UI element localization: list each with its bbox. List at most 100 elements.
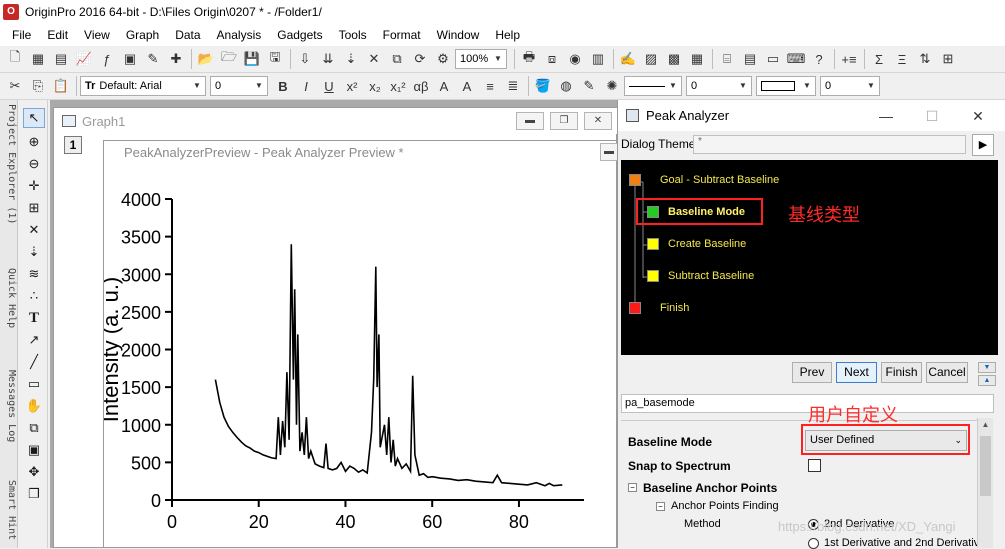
increase-font-button[interactable]: A	[433, 75, 455, 97]
new-workbook-icon[interactable]: ▦	[27, 48, 49, 70]
save-template-icon[interactable]: 🖫	[264, 48, 286, 70]
tab-messages-log[interactable]: Messages Log	[1, 370, 17, 442]
collapse-up-icon[interactable]: ▲	[978, 375, 996, 386]
dialog-theme-field[interactable]: *	[693, 135, 966, 154]
font-size-select[interactable]: 0 ▼	[210, 76, 268, 96]
flow-node-goal[interactable]	[629, 174, 641, 186]
insert-image-icon[interactable]: ▣	[23, 440, 45, 460]
pattern-icon[interactable]: ◍	[555, 75, 577, 97]
film-icon[interactable]: ▥	[587, 48, 609, 70]
add-column-icon[interactable]: +≡	[838, 48, 860, 70]
snap-to-spectrum-checkbox[interactable]	[808, 459, 821, 472]
sort-icon[interactable]: ⇅	[914, 48, 936, 70]
menu-view[interactable]: View	[76, 24, 118, 46]
new-matrix-icon[interactable]: ▤	[50, 48, 72, 70]
tab-quick-help[interactable]: Quick Help	[1, 268, 17, 328]
settings-scrollbar[interactable]: ▲	[977, 418, 993, 548]
menu-window[interactable]: Window	[429, 24, 488, 46]
left-align-icon[interactable]: ≡	[479, 75, 501, 97]
help-icon[interactable]: ?	[808, 48, 830, 70]
tab-smart-hint[interactable]: Smart Hint	[1, 480, 17, 540]
open-icon[interactable]: 📂	[195, 48, 217, 70]
notes-icon[interactable]: ✍	[617, 48, 639, 70]
menu-data[interactable]: Data	[167, 24, 208, 46]
minimize-icon[interactable]: ▬	[600, 143, 618, 161]
color-bar-icon[interactable]: ▩	[663, 48, 685, 70]
refresh-icon[interactable]: ◉	[564, 48, 586, 70]
greek-button[interactable]: αβ	[410, 75, 432, 97]
regional-selector-icon[interactable]: ∴	[23, 286, 45, 306]
cancel-button[interactable]: Cancel	[926, 362, 968, 383]
fill-color-icon[interactable]: 🪣	[532, 75, 554, 97]
layers-icon[interactable]: ❐	[23, 484, 45, 504]
data-reader-icon[interactable]: ✕	[23, 220, 45, 240]
recalculate-icon[interactable]: ⟳	[409, 48, 431, 70]
import-data-icon[interactable]: ⧉	[386, 48, 408, 70]
batch-icon[interactable]: ⚙	[432, 48, 454, 70]
line-tool-icon[interactable]: ╱	[23, 352, 45, 372]
zoom-select[interactable]: 100% ▼	[455, 49, 507, 69]
flow-node-subtract-baseline[interactable]	[647, 270, 659, 282]
tab-project-explorer[interactable]: Project Explorer (1)	[1, 104, 17, 224]
menu-help[interactable]: Help	[487, 24, 528, 46]
menu-format[interactable]: Format	[375, 24, 429, 46]
flow-node-finish[interactable]	[629, 302, 641, 314]
expand-down-icon[interactable]: ▼	[978, 362, 996, 373]
line-width-select[interactable]: 0 ▼	[686, 76, 752, 96]
data-selector-icon[interactable]: ⇣	[23, 242, 45, 262]
border-width-select[interactable]: 0 ▼	[820, 76, 880, 96]
paste-icon[interactable]: 📋	[50, 75, 72, 97]
new-excel-icon[interactable]: ✚	[165, 48, 187, 70]
menu-tools[interactable]: Tools	[331, 24, 375, 46]
light-icon[interactable]: ✺	[601, 75, 623, 97]
save-icon[interactable]: 💾	[241, 48, 263, 70]
menu-gadgets[interactable]: Gadgets	[269, 24, 330, 46]
line-style-select[interactable]: ▼	[624, 76, 682, 96]
duplicate-icon[interactable]: ⧈	[541, 48, 563, 70]
layer-indicator[interactable]: 1	[64, 136, 82, 154]
new-notes-icon[interactable]: ✎	[142, 48, 164, 70]
menu-file[interactable]: File	[4, 24, 39, 46]
new-layout-icon[interactable]: ▣	[119, 48, 141, 70]
insert-graph-icon[interactable]: ⧉	[23, 418, 45, 438]
scale-icon[interactable]: ✛	[23, 176, 45, 196]
import-excel-icon[interactable]: ✕	[363, 48, 385, 70]
print-icon[interactable]: 🖶	[518, 48, 540, 70]
draw-data-icon[interactable]: ≋	[23, 264, 45, 284]
open-template-icon[interactable]: 🗁	[218, 48, 240, 70]
minimize-icon[interactable]: ▬	[516, 112, 544, 130]
new-project-icon[interactable]: 🗋	[4, 48, 26, 70]
import-multiple-icon[interactable]: ⇊	[317, 48, 339, 70]
menu-analysis[interactable]: Analysis	[209, 24, 270, 46]
underline-button[interactable]: U	[318, 75, 340, 97]
supersubscript-button[interactable]: x₁²	[387, 75, 409, 97]
subscript-button[interactable]: x₂	[364, 75, 386, 97]
bold-button[interactable]: B	[272, 75, 294, 97]
collapse-icon[interactable]: −	[656, 502, 665, 511]
zoom-in-icon[interactable]: ⊕	[23, 132, 45, 152]
flow-step-finish[interactable]: Finish	[660, 302, 689, 314]
collapse-icon[interactable]: −	[628, 483, 637, 492]
matrix-icon[interactable]: ⊞	[937, 48, 959, 70]
cut-icon[interactable]: ✂	[4, 75, 26, 97]
results-log-icon[interactable]: ▤	[739, 48, 761, 70]
code-builder-icon[interactable]: ⌨	[785, 48, 807, 70]
project-explorer-icon[interactable]: ⌸	[716, 48, 738, 70]
import-ascii-icon[interactable]: ⇩	[294, 48, 316, 70]
scroll-up-icon[interactable]: ▲	[980, 420, 991, 434]
layer-icon[interactable]: ▨	[640, 48, 662, 70]
italic-button[interactable]: I	[295, 75, 317, 97]
spectrum-chart[interactable]: 0 500 1000 1500 2000 2500 3000 3500 4000 0 20 40 60 8…	[104, 164, 617, 548]
decrease-font-button[interactable]: A	[456, 75, 478, 97]
menu-graph[interactable]: Graph	[118, 24, 167, 46]
import-wizard-icon[interactable]: ⇣	[340, 48, 362, 70]
pointer-icon[interactable]: ↖	[23, 108, 45, 128]
zoom-out-icon[interactable]: ⊖	[23, 154, 45, 174]
arrow-tool-icon[interactable]: ↗	[23, 330, 45, 350]
finish-button[interactable]: Finish	[881, 362, 922, 383]
method-radio-1st-2nd[interactable]	[808, 538, 819, 549]
font-select[interactable]: Tr Default: Arial ▼	[80, 76, 206, 96]
menu-edit[interactable]: Edit	[39, 24, 76, 46]
new-graph-icon[interactable]: 📈	[73, 48, 95, 70]
minimize-icon[interactable]: —	[876, 106, 896, 126]
